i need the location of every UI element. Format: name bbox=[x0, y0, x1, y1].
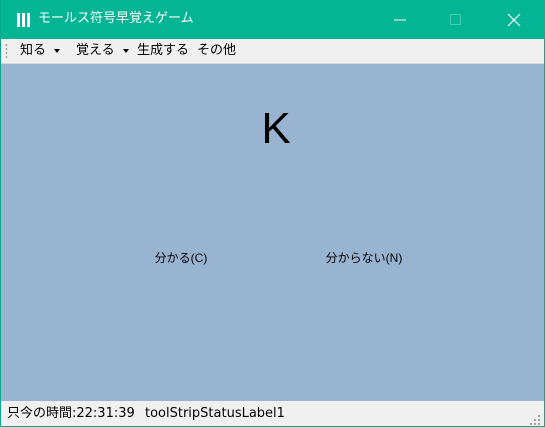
menu-item-label: 知る bbox=[20, 43, 47, 58]
dont-know-button[interactable]: 分からない(N) bbox=[309, 248, 419, 268]
minimize-button[interactable] bbox=[377, 0, 423, 39]
menu-item-other[interactable]: その他 bbox=[197, 42, 236, 60]
close-icon bbox=[507, 13, 521, 27]
maximize-icon bbox=[450, 14, 461, 25]
menu-item-label: 覚える bbox=[76, 43, 115, 58]
window-title: モールス符号早覚えゲーム bbox=[38, 11, 194, 26]
menu-bar: 知る 覚える 生成する その他 bbox=[1, 39, 544, 64]
main-panel: K 分かる(C) 分からない(N) bbox=[1, 64, 544, 401]
status-bar: 只今の時間:22:31:39 toolStripStatusLabel1 bbox=[1, 401, 544, 426]
minimize-icon bbox=[394, 19, 406, 21]
menu-item-learn[interactable]: 覚える bbox=[76, 42, 129, 60]
resize-grip-icon[interactable] bbox=[529, 411, 541, 425]
dropdown-arrow-icon bbox=[54, 48, 61, 53]
current-letter: K bbox=[261, 104, 291, 153]
menu-item-generate[interactable]: 生成する bbox=[137, 42, 189, 60]
menu-item-know[interactable]: 知る bbox=[20, 42, 61, 60]
dropdown-arrow-icon bbox=[122, 48, 129, 53]
status-label: toolStripStatusLabel1 bbox=[145, 406, 285, 421]
menu-item-label: その他 bbox=[197, 43, 237, 58]
app-window: モールス符号早覚えゲーム 知る 覚える 生成する その他 K 分かる(C) 分か… bbox=[0, 0, 545, 427]
status-current-time: 只今の時間:22:31:39 bbox=[7, 406, 135, 421]
close-button[interactable] bbox=[491, 0, 537, 39]
maximize-button[interactable] bbox=[433, 0, 479, 39]
know-button[interactable]: 分かる(C) bbox=[131, 248, 231, 268]
title-bar[interactable]: モールス符号早覚えゲーム bbox=[1, 0, 545, 39]
app-icon[interactable] bbox=[17, 12, 31, 27]
menu-item-label: 生成する bbox=[137, 43, 190, 58]
grip-icon[interactable] bbox=[5, 43, 8, 59]
